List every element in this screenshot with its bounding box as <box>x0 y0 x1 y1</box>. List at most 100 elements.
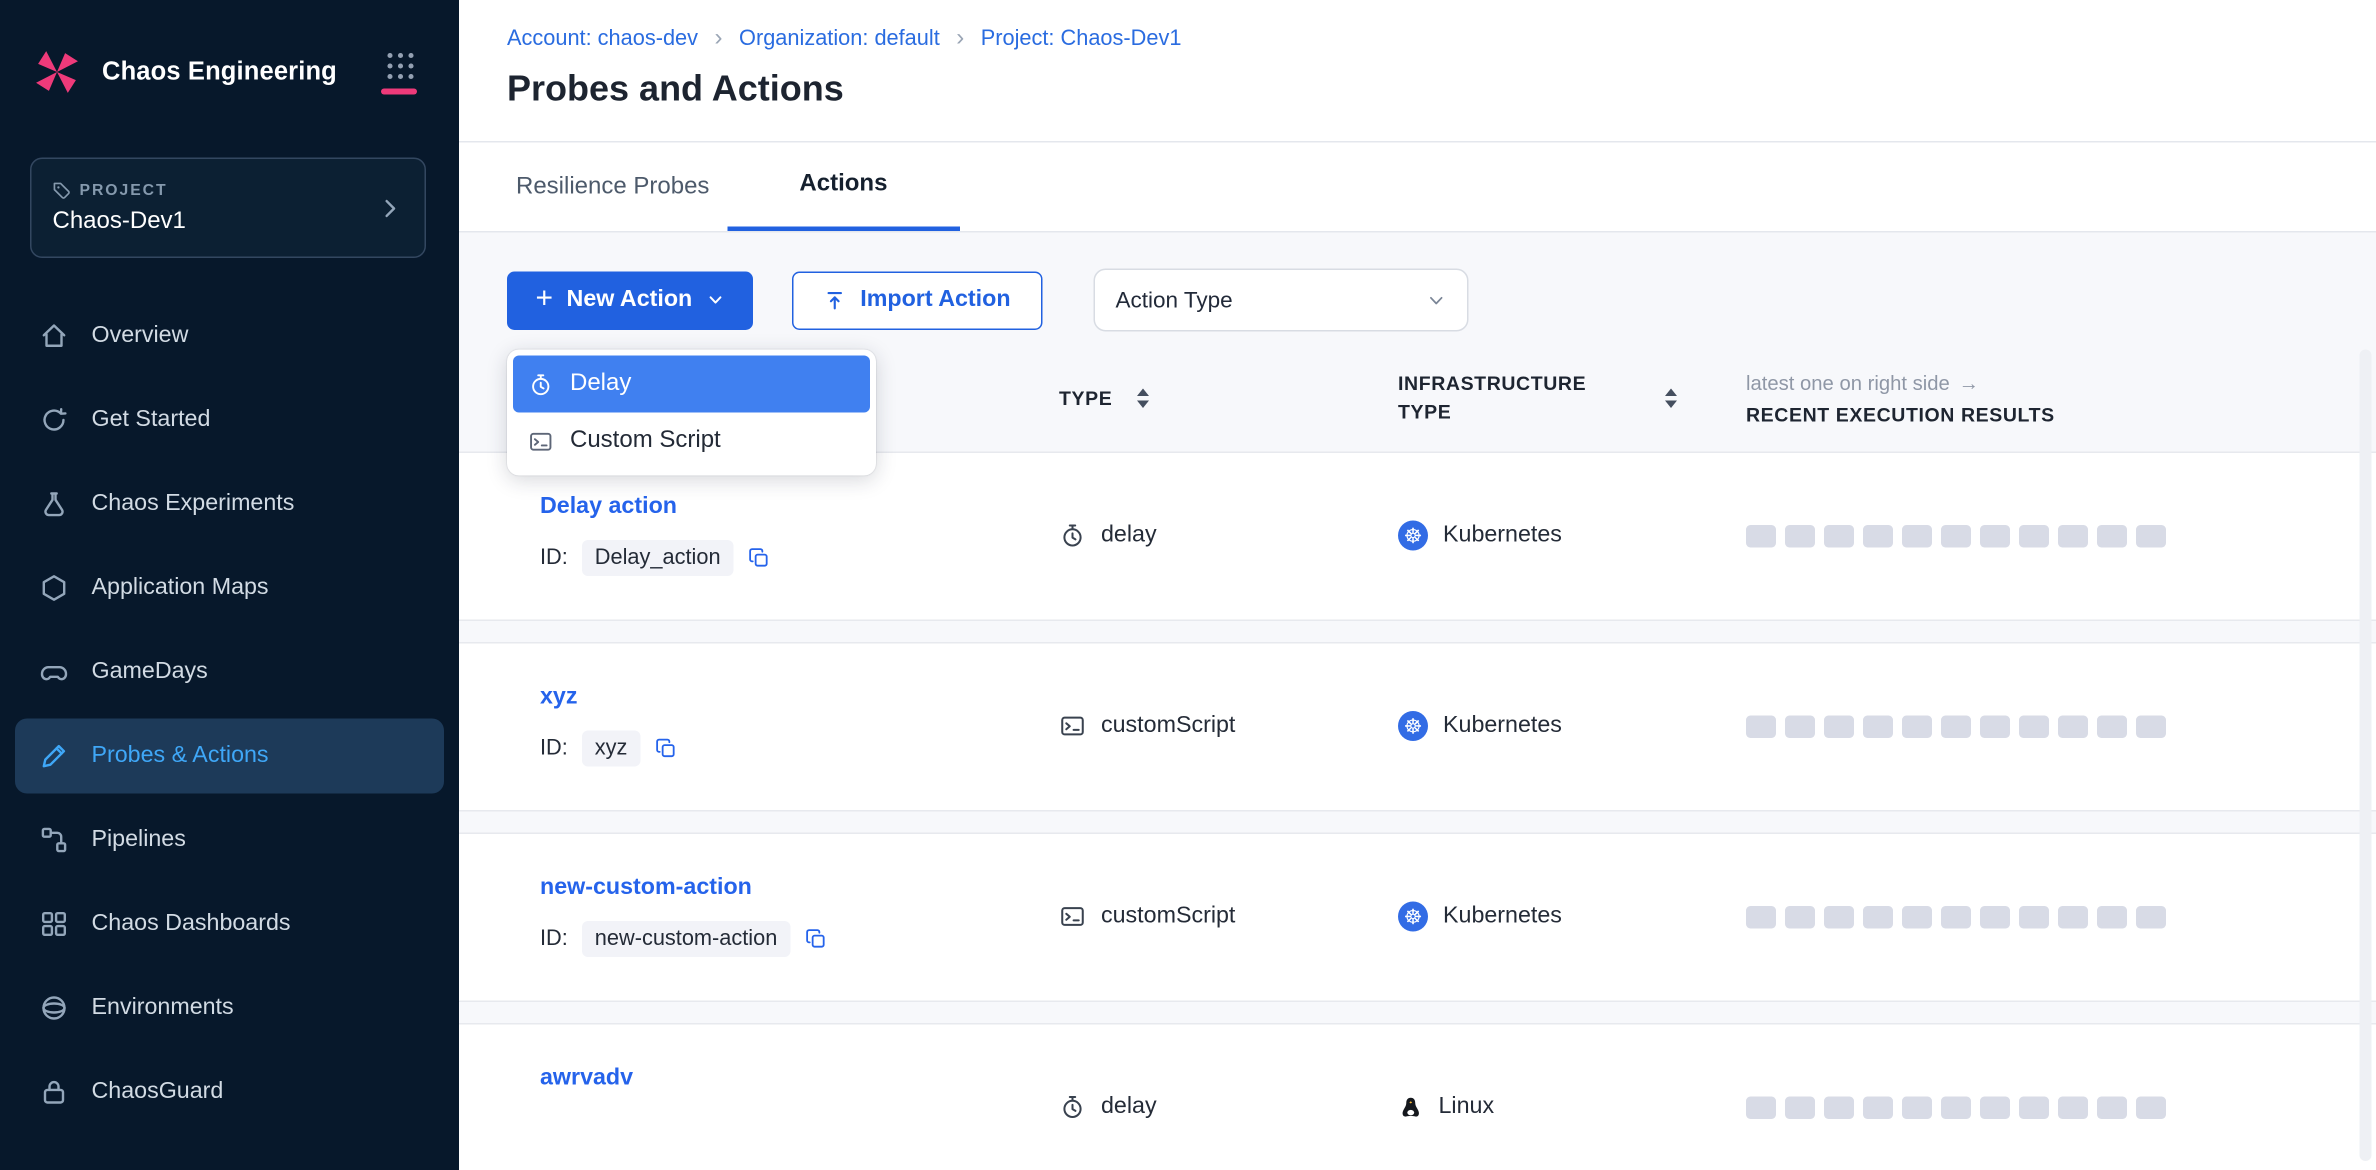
menu-item-custom-script[interactable]: Custom Script <box>513 413 870 470</box>
menu-item-delay[interactable]: Delay <box>513 356 870 413</box>
import-action-label: Import Action <box>860 287 1010 314</box>
execution-result-placeholder <box>2019 525 2049 548</box>
gamepad-icon <box>39 657 69 687</box>
table-row: new-custom-action ID: new-custom-action <box>459 832 2376 1002</box>
breadcrumb-project-link[interactable]: Project: Chaos-Dev1 <box>981 27 1182 51</box>
action-name-cell: awrvadv <box>540 1065 1059 1149</box>
project-selector[interactable]: PROJECT Chaos-Dev1 <box>30 158 426 259</box>
table-row: awrvadv delay <box>459 1023 2376 1170</box>
execution-result-placeholder <box>2058 525 2088 548</box>
type-header-label: TYPE <box>1059 388 1112 411</box>
sidebar-item-label: ChaosGuard <box>92 1079 224 1106</box>
execution-result-placeholder <box>2097 715 2127 738</box>
sidebar-item-label: Probes & Actions <box>92 743 269 770</box>
stopwatch-icon <box>1059 1094 1086 1121</box>
action-name-link[interactable]: xyz <box>540 684 1059 711</box>
execution-result-placeholder <box>1746 525 1776 548</box>
project-label: PROJECT <box>80 181 168 199</box>
execution-result-placeholder <box>1824 715 1854 738</box>
execution-result-placeholder <box>1824 525 1854 548</box>
tab-resilience-probes[interactable]: Resilience Probes <box>516 143 709 232</box>
sidebar-item-chaos-experiments[interactable]: Chaos Experiments <box>15 467 444 542</box>
breadcrumb: Account: chaos-dev › Organization: defau… <box>507 26 1181 53</box>
breadcrumb-account-link[interactable]: Account: chaos-dev <box>507 27 698 51</box>
copy-icon[interactable] <box>804 927 828 951</box>
recent-results-note: latest one on right side → <box>1746 372 2340 395</box>
sidebar-item-label: Overview <box>92 323 189 350</box>
table-row: Delay action ID: Delay_action <box>459 451 2376 621</box>
sidebar-item-chaos-dashboards[interactable]: Chaos Dashboards <box>15 887 444 962</box>
project-label-row: PROJECT <box>53 181 377 199</box>
chevron-down-icon <box>706 291 724 309</box>
sidebar-item-pipelines[interactable]: Pipelines <box>15 803 444 878</box>
module-accent-bar <box>381 89 417 95</box>
execution-result-placeholder <box>1863 525 1893 548</box>
action-id-chip: new-custom-action <box>581 921 791 957</box>
recent-results-header-label: RECENT EXECUTION RESULTS <box>1746 403 2340 426</box>
action-type-cell: customScript <box>1059 713 1398 740</box>
sidebar-item-label: Chaos Experiments <box>92 491 295 518</box>
action-id-line: ID: xyz <box>540 728 1059 769</box>
action-type-filter[interactable]: Action Type <box>1093 269 1468 332</box>
lock-icon <box>39 1077 69 1107</box>
execution-result-placeholder <box>1863 715 1893 738</box>
infrastructure-text: Linux <box>1439 1094 1495 1121</box>
tab-actions[interactable]: Actions <box>727 143 959 232</box>
recent-results-cell <box>1746 906 2340 929</box>
sidebar-item-label: Application Maps <box>92 575 269 602</box>
sort-icon[interactable] <box>1665 389 1677 409</box>
kubernetes-icon: ☸ <box>1398 521 1428 551</box>
action-type-text: delay <box>1101 1094 1157 1121</box>
arrow-right-icon: → <box>1959 372 1979 395</box>
flask-icon <box>39 489 69 519</box>
action-type-filter-value: Action Type <box>1116 287 1233 313</box>
import-action-button[interactable]: Import Action <box>791 271 1042 330</box>
sidebar-item-label: Environments <box>92 995 234 1022</box>
table-row: xyz ID: xyz <box>459 642 2376 812</box>
sidebar-item-get-started[interactable]: Get Started <box>15 383 444 458</box>
execution-result-placeholder <box>1746 715 1776 738</box>
execution-result-placeholder <box>2097 906 2127 929</box>
action-id-line: ID: new-custom-action <box>540 918 1059 959</box>
breadcrumb-separator-icon: › <box>715 26 723 53</box>
action-name-link[interactable]: Delay action <box>540 494 1059 521</box>
globe-icon <box>39 993 69 1023</box>
scrollbar[interactable] <box>2360 350 2372 1162</box>
infrastructure-cell: Linux <box>1398 1094 1746 1121</box>
breadcrumb-org-link[interactable]: Organization: default <box>739 27 940 51</box>
sidebar-item-label: Get Started <box>92 407 211 434</box>
execution-result-placeholder <box>1785 906 1815 929</box>
infrastructure-text: Kubernetes <box>1443 522 1562 549</box>
copy-icon[interactable] <box>654 736 678 760</box>
infrastructure-cell: ☸ Kubernetes <box>1398 902 1746 932</box>
sidebar-item-chaosguard[interactable]: ChaosGuard <box>15 1055 444 1130</box>
execution-result-placeholder <box>2058 1096 2088 1119</box>
action-name-link[interactable]: new-custom-action <box>540 875 1059 902</box>
sidebar-item-application-maps[interactable]: Application Maps <box>15 551 444 626</box>
import-icon <box>823 289 846 312</box>
sidebar-header: Chaos Engineering <box>0 0 459 144</box>
execution-result-placeholder <box>1980 906 2010 929</box>
infrastructure-cell: ☸ Kubernetes <box>1398 521 1746 551</box>
execution-result-placeholder <box>1980 715 2010 738</box>
sidebar-item-gamedays[interactable]: GameDays <box>15 635 444 710</box>
execution-result-placeholder <box>1941 906 1971 929</box>
sidebar-item-probes-actions[interactable]: Probes & Actions <box>15 719 444 794</box>
new-action-button[interactable]: + New Action <box>507 271 752 330</box>
copy-icon[interactable] <box>748 546 772 570</box>
module-grid-icon[interactable] <box>384 50 417 83</box>
tag-icon <box>53 181 71 199</box>
table-header-type: TYPE <box>1059 388 1398 411</box>
page-title: Probes and Actions <box>507 69 844 111</box>
pipeline-icon <box>39 825 69 855</box>
action-id-chip: xyz <box>581 730 641 766</box>
sidebar-item-environments[interactable]: Environments <box>15 971 444 1046</box>
sidebar-item-overview[interactable]: Overview <box>15 299 444 374</box>
recent-results-cell <box>1746 1096 2340 1119</box>
sort-icon[interactable] <box>1136 389 1148 409</box>
kubernetes-icon: ☸ <box>1398 902 1428 932</box>
action-id-line <box>540 1109 1059 1150</box>
action-name-link[interactable]: awrvadv <box>540 1065 1059 1092</box>
menu-item-label: Delay <box>570 371 631 398</box>
action-type-cell: delay <box>1059 522 1398 549</box>
